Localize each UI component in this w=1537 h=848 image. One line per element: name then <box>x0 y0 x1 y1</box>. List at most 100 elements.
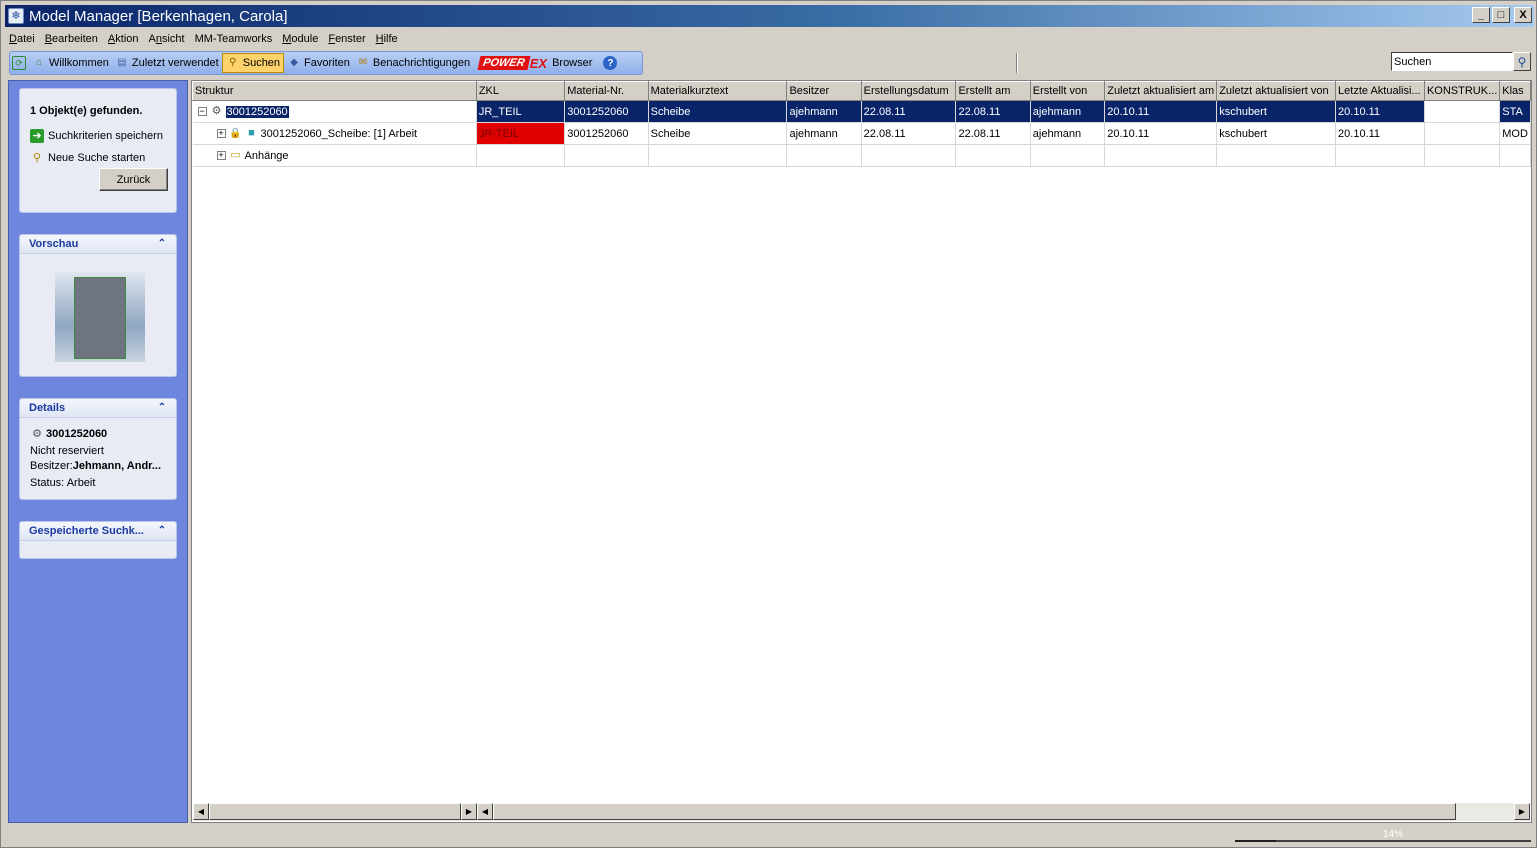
progress-bar <box>1235 840 1531 842</box>
menu-hilfe[interactable]: Hilfe <box>372 30 404 48</box>
benachrichtigungen-button[interactable]: ✉ Benachrichtigungen <box>353 53 473 73</box>
aktualisiert-von-cell <box>1216 144 1337 167</box>
collapse-icon[interactable]: ⌃ <box>156 525 168 537</box>
part-gear-icon: ⚙ <box>32 427 42 440</box>
col-erstellt-am[interactable]: Erstellt am <box>955 81 1031 101</box>
refresh-icon[interactable]: ⟳ <box>12 56 26 70</box>
aktualisiert-am-cell: 20.10.11 <box>1104 122 1218 145</box>
table-row[interactable]: + 🔒 ■ 3001252060_Scheibe: [1] Arbeit JR-TEI… <box>192 122 1531 145</box>
erstellt-von-cell: ajehmann <box>1030 100 1106 123</box>
model-file-icon: ■ <box>248 127 255 139</box>
back-button[interactable]: Zurück <box>99 168 168 191</box>
columns-scroll-track[interactable] <box>493 803 1514 821</box>
navigation-toolbar: ⟳ ⌂ Willkommen ▤ Zuletzt verwendet ⚲ Suchen… <box>9 51 643 75</box>
window-title: Model Manager [Berkenhagen, Carola] <box>29 7 288 25</box>
zuletzt-verwendet-button[interactable]: ▤ Zuletzt verwendet <box>112 53 222 73</box>
maximize-button[interactable]: □ <box>1492 7 1510 23</box>
title-bar[interactable]: ❄ Model Manager [Berkenhagen, Carola] _ … <box>5 5 1534 27</box>
col-zkl[interactable]: ZKL <box>475 81 566 101</box>
result-table-area: Struktur ZKL Material-Nr. Materialkurzte… <box>191 80 1532 823</box>
search-result-panel: 1 Objekt(e) gefunden. ➜ Suchkriterien spe… <box>19 88 177 213</box>
menu-datei[interactable]: Datei <box>5 30 41 48</box>
erstellungsdatum-cell: 22.08.11 <box>861 122 957 145</box>
erstellungsdatum-cell: 22.08.11 <box>861 100 957 123</box>
powerex-logo[interactable]: POWER EX <box>477 56 547 71</box>
details-header[interactable]: Details ⌃ <box>20 399 176 418</box>
collapse-icon[interactable]: ⌃ <box>156 402 168 414</box>
part-thumbnail <box>74 277 126 359</box>
col-zuletzt-aktualisiert-am[interactable]: Zuletzt aktualisiert am <box>1104 81 1218 101</box>
material-nr-cell: 3001252060 <box>564 100 649 123</box>
favoriten-button[interactable]: ◆ Favoriten <box>284 53 353 73</box>
new-search-link[interactable]: ⚲ Neue Suche starten <box>30 151 145 165</box>
collapse-icon[interactable]: ⌃ <box>156 238 168 250</box>
struktur-scroll-thumb[interactable] <box>209 803 461 820</box>
saved-searches-panel: Gespeicherte Suchk... ⌃ <box>19 521 177 559</box>
letzte-cell <box>1335 144 1425 167</box>
struktur-scroll-track[interactable] <box>209 803 461 821</box>
col-letzte-aktualisierung[interactable]: Letzte Aktualisi... <box>1335 81 1425 101</box>
close-button[interactable]: X <box>1514 7 1532 23</box>
menu-fenster[interactable]: Fenster <box>324 30 371 48</box>
struktur-cell[interactable]: − ⚙ 3001252060 <box>192 100 477 123</box>
browser-button[interactable]: Browser <box>549 53 595 73</box>
expand-toggle-icon[interactable]: + <box>216 129 226 138</box>
attachments-folder-icon: ▭ <box>230 149 241 161</box>
col-erstellungsdatum[interactable]: Erstellungsdatum <box>860 81 957 101</box>
menu-aktion[interactable]: Aktion <box>104 30 145 48</box>
search-submit-icon[interactable]: ⚲ <box>1513 52 1531 71</box>
col-material-nr[interactable]: Material-Nr. <box>564 81 649 101</box>
klas-cell: MOD <box>1499 122 1531 145</box>
favorites-icon: ◆ <box>290 57 298 68</box>
col-materialkurztext[interactable]: Materialkurztext <box>647 81 788 101</box>
table-row[interactable]: + ▭ Anhänge <box>192 144 1531 167</box>
minimize-button[interactable]: _ <box>1472 7 1490 23</box>
erstellt-von-cell: ajehmann <box>1030 122 1106 145</box>
col-zuletzt-aktualisiert-von[interactable]: Zuletzt aktualisiert von <box>1216 81 1337 101</box>
col-besitzer[interactable]: Besitzer <box>786 81 862 101</box>
preview-thumbnail <box>55 272 145 362</box>
menu-ansicht[interactable]: Ansicht <box>145 30 191 48</box>
table-header: Struktur ZKL Material-Nr. Materialkurzte… <box>192 81 1531 101</box>
scroll-right-icon[interactable]: ▶ <box>1514 803 1530 820</box>
search-icon: ⚲ <box>229 57 237 68</box>
collapse-toggle-icon[interactable]: − <box>197 107 207 116</box>
struktur-cell[interactable]: + 🔒 ■ 3001252060_Scheibe: [1] Arbeit <box>192 122 477 145</box>
table-row[interactable]: − ⚙ 3001252060 JR_TEIL 3001252060 Scheibe … <box>192 100 1531 123</box>
suchen-button[interactable]: ⚲ Suchen <box>221 53 285 73</box>
search-input[interactable] <box>1391 52 1513 71</box>
lock-icon: 🔒 <box>229 127 242 139</box>
expand-toggle-icon[interactable]: + <box>216 151 226 160</box>
scroll-left-icon[interactable]: ◀ <box>193 803 209 820</box>
saved-searches-header[interactable]: Gespeicherte Suchk... ⌃ <box>20 522 176 541</box>
result-count: 1 Objekt(e) gefunden. <box>30 105 143 117</box>
klas-cell <box>1499 144 1531 167</box>
willkommen-button[interactable]: ⌂ Willkommen <box>29 53 112 73</box>
zkl-cell <box>476 144 566 167</box>
letzte-cell: 20.10.11 <box>1335 122 1425 145</box>
col-konstruk[interactable]: KONSTRUK... <box>1423 81 1501 101</box>
save-criteria-link[interactable]: ➜ Suchkriterien speichern <box>30 129 163 143</box>
konstruk-cell <box>1424 100 1501 123</box>
progress-fill <box>1235 840 1277 842</box>
menu-mm-teamworks[interactable]: MM-Teamworks <box>191 30 279 48</box>
col-struktur[interactable]: Struktur <box>192 81 477 101</box>
preview-header[interactable]: Vorschau ⌃ <box>20 235 176 254</box>
col-klas[interactable]: Klas <box>1499 81 1531 101</box>
details-owner: Besitzer:Jehmann, Andr... <box>30 460 162 472</box>
col-erstellt-von[interactable]: Erstellt von <box>1029 81 1106 101</box>
menu-module[interactable]: Module <box>278 30 324 48</box>
scroll-left-icon[interactable]: ◀ <box>477 803 493 820</box>
help-icon[interactable]: ? <box>603 56 618 70</box>
progress-percent: 14% <box>1383 829 1404 840</box>
zkl-cell: JR-TEIL <box>476 122 566 145</box>
columns-scroll-thumb[interactable] <box>493 803 1456 820</box>
letzte-cell: 20.10.11 <box>1335 100 1425 123</box>
struktur-cell[interactable]: + ▭ Anhänge <box>192 144 477 167</box>
scroll-right-icon[interactable]: ▶ <box>461 803 477 820</box>
menu-bearbeiten[interactable]: Bearbeiten <box>41 30 104 48</box>
result-table: Struktur ZKL Material-Nr. Materialkurzte… <box>192 81 1531 167</box>
horizontal-scrollbars: ◀ ▶ ◀ ▶ <box>193 803 1530 821</box>
power-label: POWER <box>477 56 531 70</box>
recent-documents-icon: ▤ <box>117 57 127 68</box>
